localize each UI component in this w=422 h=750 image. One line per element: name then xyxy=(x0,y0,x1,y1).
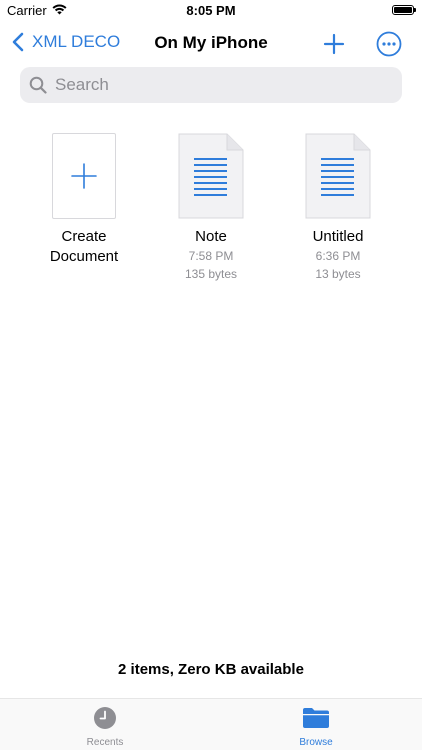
page-title: On My iPhone xyxy=(154,33,268,52)
storage-info: 2 items, Zero KB available xyxy=(118,661,304,678)
create-document-item[interactable]: Create Document xyxy=(29,133,139,267)
search-input[interactable] xyxy=(53,74,377,96)
plus-icon xyxy=(323,33,345,55)
plus-icon xyxy=(71,163,97,189)
tab-recents[interactable]: Recents xyxy=(55,705,155,748)
more-options-button[interactable] xyxy=(376,31,402,57)
file-name: Note xyxy=(195,228,227,245)
tab-bar: Recents Browse xyxy=(0,698,422,750)
file-modified-time: 6:36 PM xyxy=(315,249,361,263)
add-button[interactable] xyxy=(322,32,346,56)
file-name: Untitled xyxy=(312,228,364,245)
file-size: 135 bytes xyxy=(184,267,238,281)
magnifying-glass-icon xyxy=(29,76,47,94)
search-bar xyxy=(20,67,402,103)
battery-icon xyxy=(392,5,416,15)
create-document-label: Create Document xyxy=(49,228,119,265)
file-item-untitled[interactable]: Untitled 6:36 PM 13 bytes xyxy=(283,133,393,283)
create-document-thumbnail xyxy=(52,133,116,219)
file-size: 13 bytes xyxy=(315,267,361,281)
status-time: 8:05 PM xyxy=(186,3,236,18)
clock-icon xyxy=(94,707,116,729)
folder-icon xyxy=(303,708,329,728)
ellipsis-circle-icon xyxy=(376,31,402,57)
file-modified-time: 7:58 PM xyxy=(188,249,234,263)
navigation-bar: XML DECO On My iPhone xyxy=(0,26,422,62)
tab-browse-label: Browse xyxy=(299,737,333,748)
document-icon xyxy=(178,133,244,219)
file-item-note[interactable]: Note 7:58 PM 135 bytes xyxy=(156,133,266,283)
tab-recents-label: Recents xyxy=(86,737,124,748)
files-screen: Carrier 8:05 PM XML DECO On My iPhone Se… xyxy=(0,0,422,750)
tab-browse[interactable]: Browse xyxy=(266,705,366,748)
status-bar: Carrier 8:05 PM xyxy=(0,0,422,22)
document-icon xyxy=(305,133,371,219)
